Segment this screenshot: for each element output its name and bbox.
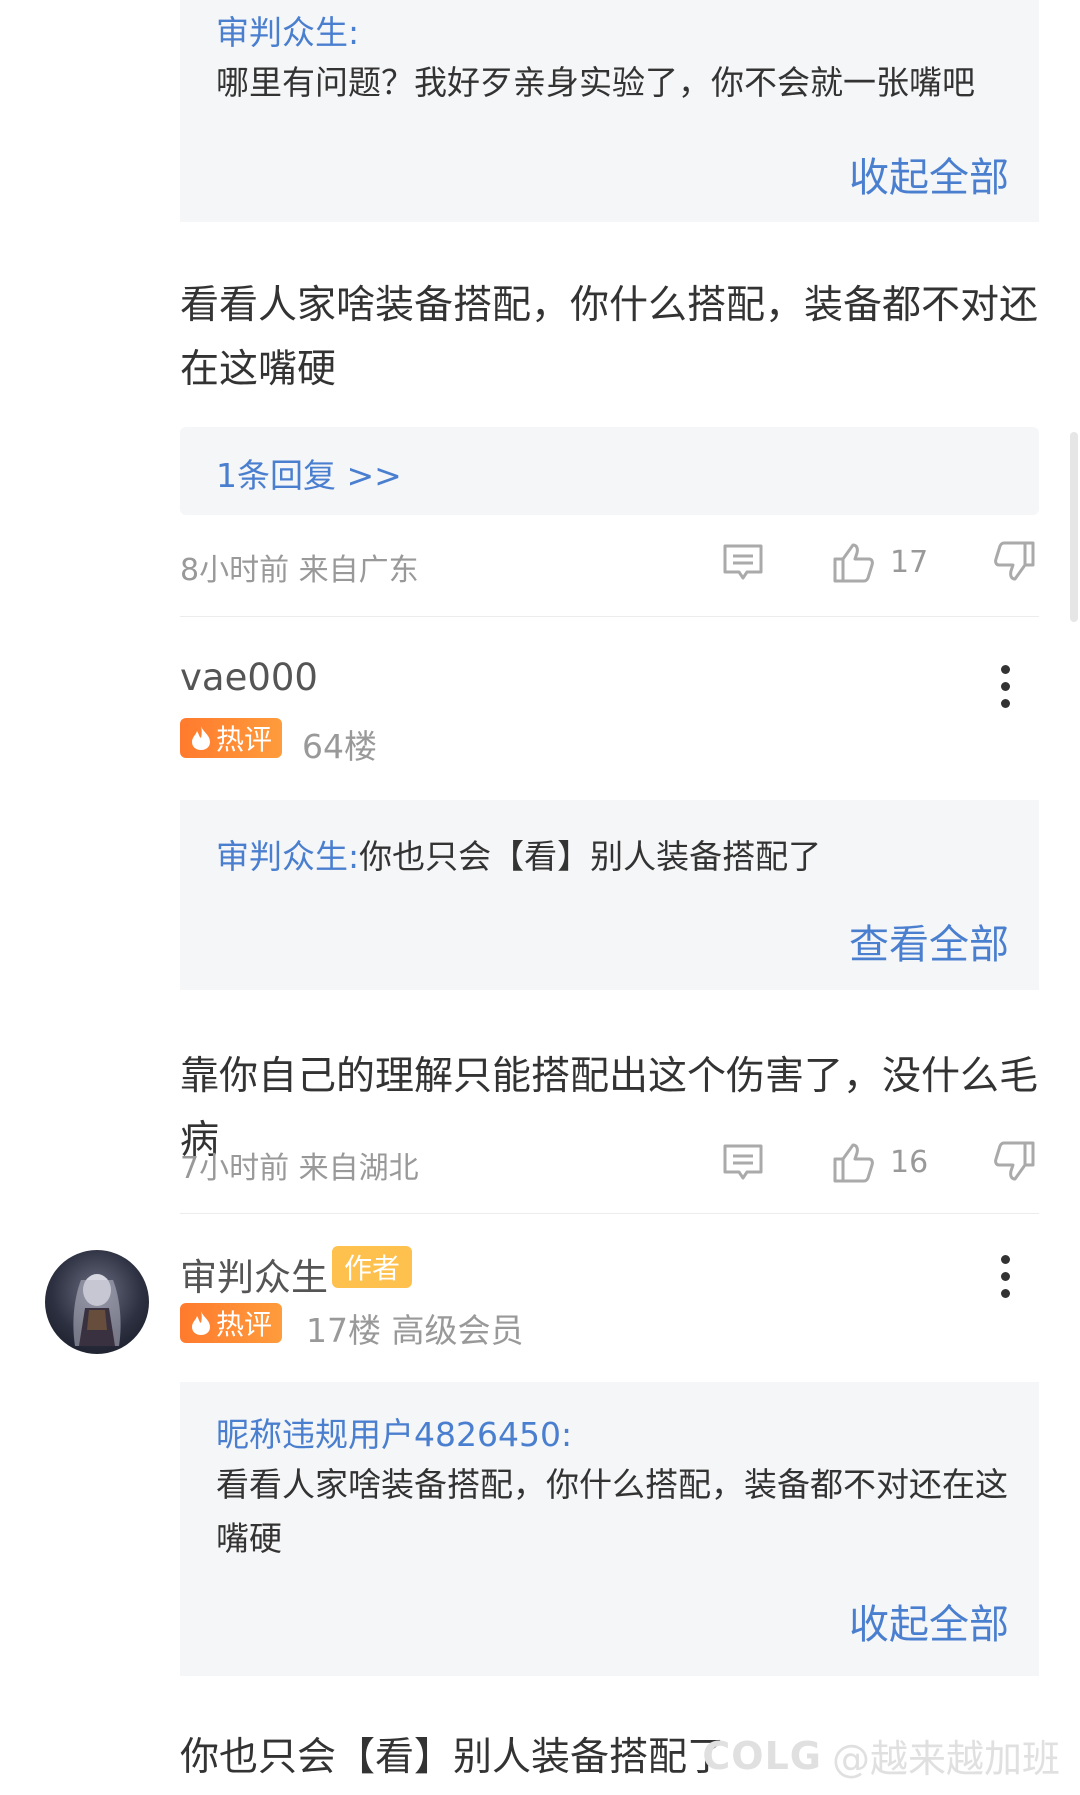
floor-number: 64楼: [302, 727, 377, 766]
avatar-image: [73, 1274, 121, 1346]
quote-author[interactable]: 审判众生:: [216, 837, 359, 876]
thumbs-up-icon[interactable]: [828, 540, 878, 584]
like-count: 16: [890, 1144, 929, 1180]
more-icon[interactable]: [1000, 665, 1010, 708]
comment-meta: 8小时前 来自广东: [180, 553, 419, 588]
like-count: 17: [890, 544, 929, 580]
hot-comment-badge: 热评: [180, 718, 283, 758]
avatar[interactable]: [45, 1250, 149, 1354]
comment-actions: 16: [718, 1140, 1040, 1184]
hot-label: 热评: [216, 723, 273, 756]
username[interactable]: 审判众生: [180, 1247, 328, 1301]
comment-text: 看看人家啥装备搭配，你什么搭配，装备都不对还在这嘴硬: [180, 283, 1039, 392]
collapse-all-link[interactable]: 收起全部: [849, 1592, 1009, 1650]
comment-icon[interactable]: [718, 1140, 768, 1184]
divider: [180, 1213, 1039, 1214]
hot-label: 热评: [216, 1308, 273, 1341]
quote-box-2: 审判众生:你也只会【看】别人装备搭配了 查看全部: [180, 800, 1039, 990]
fire-icon: [192, 1311, 210, 1335]
comment-meta: 7小时前 来自湖北: [180, 1151, 419, 1186]
quote-text: 哪里有问题？我好歹亲身实验了，你不会就一张嘴吧: [216, 63, 975, 102]
view-all-link[interactable]: 查看全部: [849, 912, 1009, 970]
watermark-logo: COLG: [702, 1733, 822, 1778]
replies-box[interactable]: 1条回复 >>: [180, 427, 1039, 515]
watermark-text: @越来越加班: [831, 1737, 1060, 1781]
quote-author[interactable]: 审判众生:: [216, 6, 359, 54]
quote-box-3: 昵称违规用户4826450: 看看人家啥装备搭配，你什么搭配，装备都不对还在这嘴…: [180, 1382, 1039, 1676]
quote-box-1: 审判众生: 哪里有问题？我好歹亲身实验了，你不会就一张嘴吧 收起全部: [180, 0, 1039, 222]
more-icon[interactable]: [1000, 1255, 1010, 1298]
thumbs-down-icon[interactable]: [990, 1140, 1040, 1184]
fire-icon: [192, 726, 210, 750]
comment-icon[interactable]: [718, 540, 768, 584]
hot-comment-badge: 热评: [180, 1303, 283, 1343]
thumbs-up-icon[interactable]: [828, 1140, 878, 1184]
quote-author[interactable]: 昵称违规用户4826450:: [216, 1408, 572, 1456]
quote-text: 看看人家啥装备搭配，你什么搭配，装备都不对还在这嘴硬: [216, 1465, 1008, 1558]
collapse-all-link[interactable]: 收起全部: [849, 145, 1009, 203]
username[interactable]: vae000: [180, 656, 318, 699]
comment-actions: 17: [718, 540, 1040, 584]
watermark: COLG @越来越加班: [702, 1728, 1060, 1783]
quote-text: 你也只会【看】别人装备搭配了: [359, 837, 822, 876]
scrollbar[interactable]: [1070, 432, 1078, 622]
replies-link[interactable]: 1条回复 >>: [216, 449, 402, 497]
divider: [180, 616, 1039, 617]
author-badge: 作者: [332, 1246, 413, 1288]
floor-and-level: 17楼 高级会员: [306, 1311, 524, 1350]
thumbs-down-icon[interactable]: [990, 540, 1040, 584]
